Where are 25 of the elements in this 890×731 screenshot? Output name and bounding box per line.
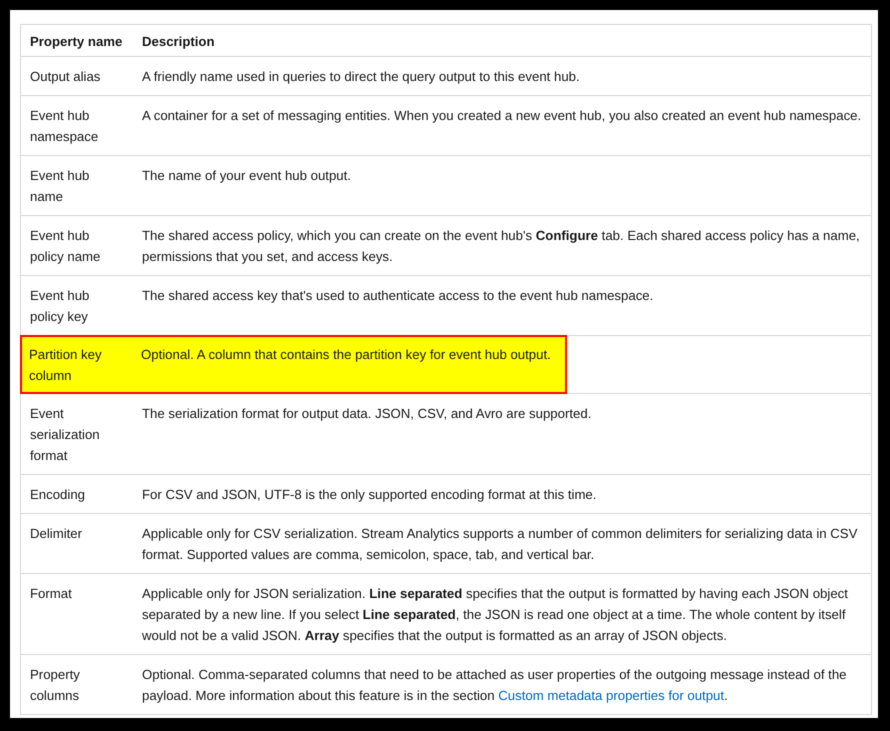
description-cell-text: Applicable only for CSV serialization. Stream Analytics supports a number of common delimiters for serializing data in CSV format. Supported values are comma, semicolon, space, tab, and vertical bar. (141, 525, 858, 564)
property-name-cell-text: Property columns (29, 666, 81, 705)
property-name-cell-text: Partition key column (28, 346, 103, 385)
description-cell-text: The name of your event hub output. (141, 167, 352, 185)
description-cell-text: Optional. A column that contains the partition key for event hub output. (140, 346, 552, 364)
description-cell-text: A container for a set of messaging entities. When you created a new event hub, you also created an event hub namespace. (141, 107, 862, 125)
property-name-cell-text: Event hub policy key (29, 287, 90, 326)
property-name-cell-text: Format (29, 585, 73, 603)
property-name-cell-text: Delimiter (29, 525, 84, 543)
property-name-cell-text: Event hub namespace (29, 107, 100, 146)
property-name-cell-text: Encoding (29, 486, 86, 504)
description-cell-text: The shared access key that's used to authenticate access to the event hub namespace. (141, 287, 654, 305)
description-cell-text: The shared access policy, which you can create on the event hub's Configure tab. Each shared access policy has a name, permissions that you set, and access keys. (141, 227, 861, 266)
property-name-cell-text: Output alias (29, 68, 102, 86)
description-cell-text: For CSV and JSON, UTF-8 is the only supported encoding format at this time. (141, 486, 598, 504)
property-name-cell-text: Event hub name (29, 167, 90, 206)
column-header: Property name (29, 33, 124, 51)
property-name-cell-text: Event hub policy name (29, 227, 102, 266)
description-cell-text: Optional. Comma-separated columns that need to be attached as user properties of the outgoing message instead of the payload. More information about this feature is in the section Custom metadata properties for output. (141, 666, 848, 705)
description-cell-text: A friendly name used in queries to direct the query output to this event hub. (141, 68, 581, 86)
description-cell-text: Applicable only for JSON serialization. Line separated specifies that the output is formatted by having each JSON object separated by a new line. If you select Line separated, the JSON is read one object at a time. The whole content by itself would not be a valid JSON. Array specifies that the output is formatted as an array of JSON objects. (141, 585, 849, 645)
link[interactable]: Custom metadata properties for output (498, 688, 724, 703)
description-cell-text: The serialization format for output data. JSON, CSV, and Avro are supported. (141, 405, 592, 423)
column-header: Description (141, 33, 216, 51)
property-name-cell-text: Event serialization format (29, 405, 101, 465)
